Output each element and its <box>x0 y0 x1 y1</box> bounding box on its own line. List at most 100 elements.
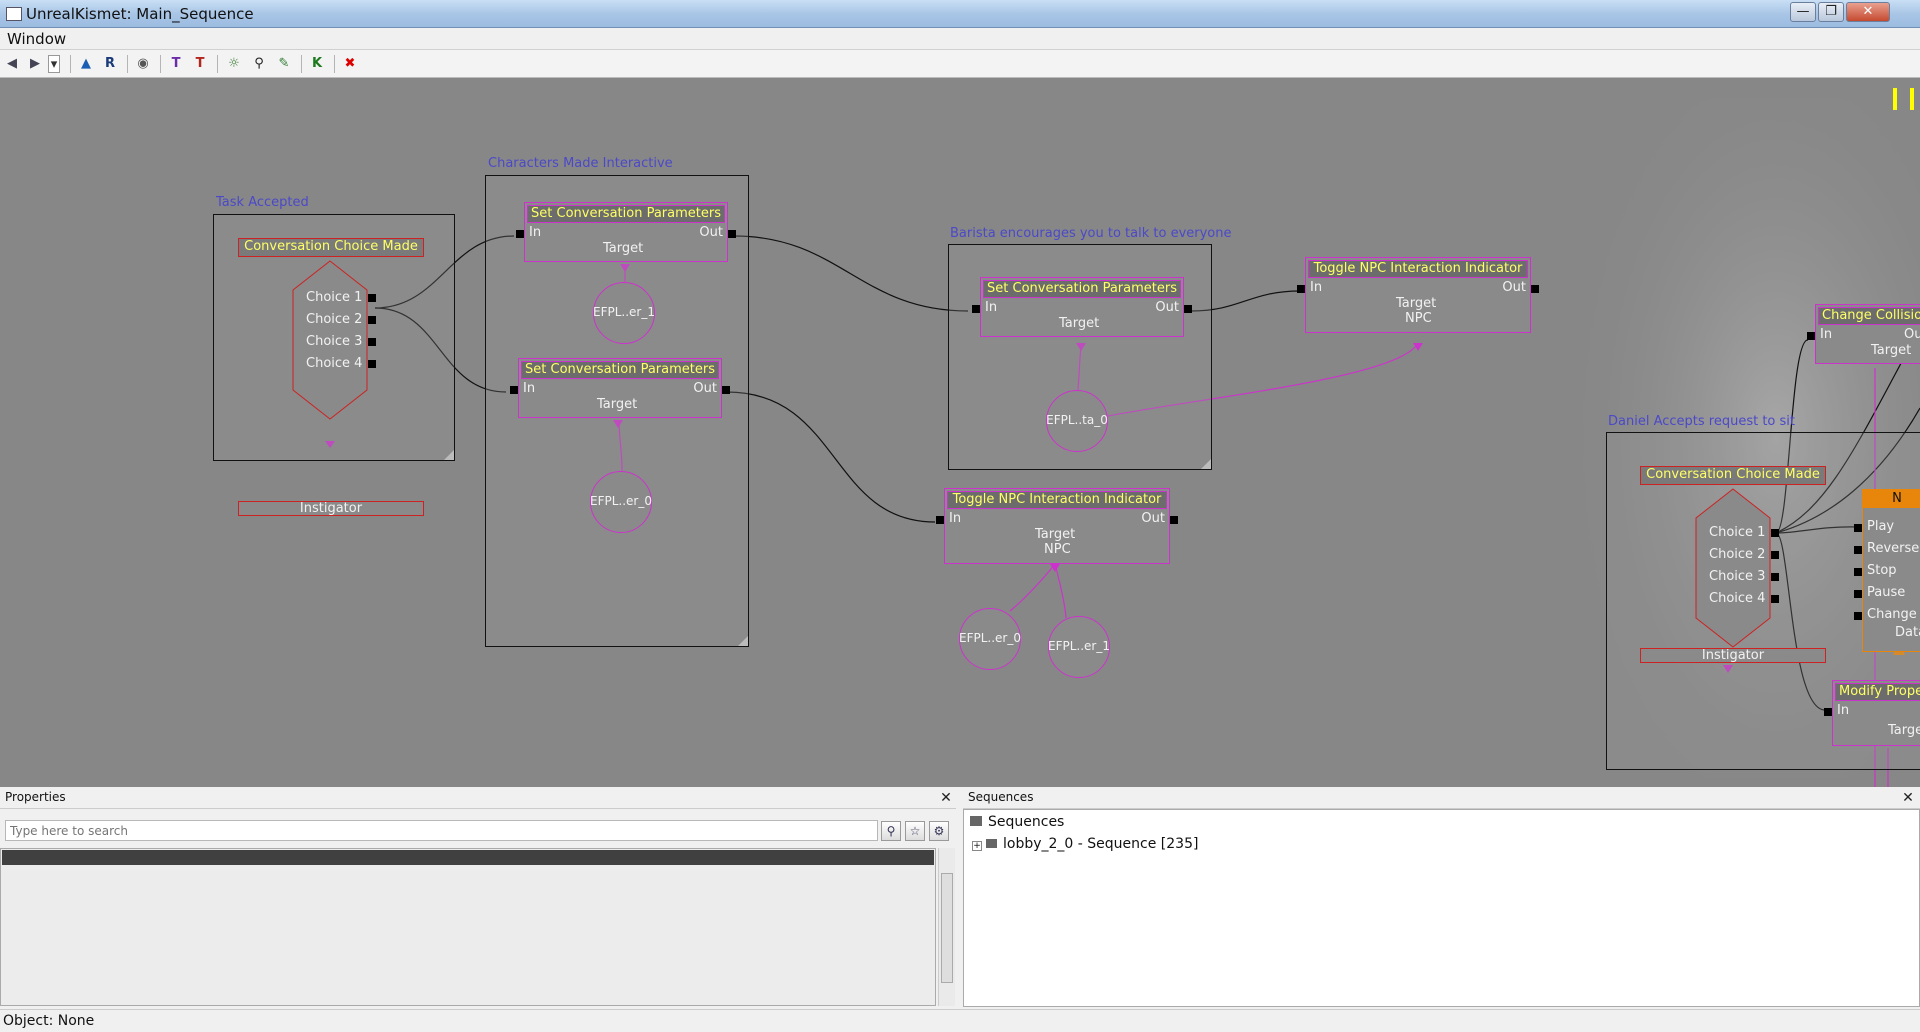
matinee-node[interactable]: N Play Reverse Stop Pause Change Data <box>1854 489 1920 652</box>
stop-pin[interactable] <box>1854 568 1862 576</box>
toggle-npc-interaction-indicator-node[interactable]: Toggle NPC Interaction Indicator In Out … <box>936 488 1178 564</box>
variable-efpl-er-1[interactable]: EFPL..er_1 <box>1048 616 1110 678</box>
choice-3-pin[interactable] <box>368 338 376 346</box>
wire <box>733 235 969 312</box>
resize-grip[interactable] <box>1201 459 1211 469</box>
property-category-bar <box>2 850 934 865</box>
parent-sequence-icon[interactable]: ▲ <box>77 55 95 73</box>
properties-scrollbar[interactable] <box>938 848 955 1006</box>
choice-4-label: Choice 4 <box>306 356 363 371</box>
sequences-header: Sequences <box>963 787 1920 809</box>
eye-icon[interactable]: ◉ <box>134 55 152 73</box>
pause-pin[interactable] <box>1854 590 1862 598</box>
comment-task-accepted: Task Accepted <box>216 195 309 210</box>
node-title: Set Conversation Parameters <box>521 361 719 379</box>
properties-close-button[interactable]: ✕ <box>938 789 954 807</box>
npc-label: NPC <box>1044 542 1071 557</box>
scrollbar-thumb[interactable] <box>941 873 953 983</box>
stop-icon[interactable]: ✖ <box>341 55 359 73</box>
marker-bar <box>1910 88 1914 110</box>
kismet-canvas[interactable]: Task Accepted Conversation Choice Made C… <box>0 78 1920 787</box>
set-conversation-parameters-node[interactable]: Set Conversation Parameters In Out Targe… <box>972 277 1192 337</box>
choice-4-pin[interactable] <box>368 360 376 368</box>
variable-efpl-ta-0[interactable]: EFPL..ta_0 <box>1046 390 1108 452</box>
toolbar-separator <box>160 55 161 73</box>
tree-item-lobby[interactable]: + lobby_2_0 - Sequence [235] <box>972 836 1198 852</box>
wrench-icon[interactable]: ✎ <box>275 55 293 73</box>
back-icon[interactable]: ◀ <box>3 55 21 73</box>
modify-property-node[interactable]: Modify Prope In Target <box>1824 680 1920 746</box>
variable-efpl-er-0[interactable]: EFPL..er_0 <box>590 471 652 533</box>
reverse-label: Reverse <box>1867 541 1920 556</box>
resize-grip[interactable] <box>738 636 748 646</box>
choice-1-label: Choice 1 <box>306 290 363 305</box>
properties-search-input[interactable] <box>5 820 878 841</box>
choice-2-label: Choice 2 <box>306 312 363 327</box>
maximize-button[interactable]: ❐ <box>1818 2 1844 22</box>
pause-label: Pause <box>1867 585 1906 600</box>
set-conversation-parameters-node[interactable]: Set Conversation Parameters In Out Targe… <box>510 358 730 418</box>
search-icon[interactable]: ⚲ <box>881 821 901 841</box>
toolbar-separator <box>127 55 128 73</box>
out-label: Ou <box>1904 327 1920 342</box>
set-conversation-parameters-node[interactable]: Set Conversation Parameters In Out Targe… <box>516 202 736 262</box>
in-pin[interactable] <box>972 305 980 313</box>
toolbar-separator <box>70 55 71 73</box>
target-label: Target <box>1396 296 1437 311</box>
node-title: Set Conversation Parameters <box>983 280 1181 298</box>
change-collision-node[interactable]: Change Collisio In Ou Target <box>1807 304 1920 364</box>
open-new-window-2-icon[interactable]: T <box>191 55 209 73</box>
out-pin[interactable] <box>1531 285 1539 293</box>
change-pin[interactable] <box>1854 612 1862 620</box>
target-label: Target <box>603 241 644 256</box>
target-label: Target <box>1035 527 1076 542</box>
in-pin[interactable] <box>1807 332 1815 340</box>
history-dropdown-icon[interactable]: ▾ <box>48 55 60 73</box>
forward-icon[interactable]: ▶ <box>26 55 44 73</box>
choice-3-pin[interactable] <box>1771 573 1779 581</box>
variable-efpl-er-0[interactable]: EFPL..er_0 <box>959 608 1021 670</box>
search-icon[interactable]: ⚲ <box>250 55 268 73</box>
out-pin[interactable] <box>728 230 736 238</box>
choice-2-pin[interactable] <box>368 316 376 324</box>
lightbulb-icon[interactable]: ☼ <box>225 55 243 73</box>
play-pin[interactable] <box>1854 524 1862 532</box>
sequences-tree[interactable]: Sequences + lobby_2_0 - Sequence [235] <box>963 809 1920 1007</box>
out-pin[interactable] <box>1184 305 1192 313</box>
rename-icon[interactable]: R <box>101 55 119 73</box>
in-pin[interactable] <box>1297 285 1305 293</box>
out-label: Out <box>1502 280 1526 295</box>
toggle-npc-interaction-indicator-node[interactable]: Toggle NPC Interaction Indicator In Out … <box>1297 257 1539 333</box>
search-settings-icon[interactable]: ⚙ <box>929 821 949 841</box>
expand-icon[interactable]: + <box>972 841 982 851</box>
variable-efpl-er-1[interactable]: EFPL..er_1 <box>593 282 655 344</box>
reverse-pin[interactable] <box>1854 546 1862 554</box>
instigator-label[interactable]: Instigator <box>1640 648 1826 663</box>
node-title: Toggle NPC Interaction Indicator <box>1308 260 1528 278</box>
out-pin[interactable] <box>1170 516 1178 524</box>
tree-root[interactable]: Sequences <box>970 814 1064 830</box>
out-pin[interactable] <box>722 386 730 394</box>
sequences-close-button[interactable]: ✕ <box>1900 789 1916 807</box>
instigator-label[interactable]: Instigator <box>238 501 424 516</box>
resize-grip[interactable] <box>444 450 454 460</box>
out-label: Out <box>699 225 723 240</box>
choice-4-pin[interactable] <box>1771 595 1779 603</box>
in-pin[interactable] <box>1824 708 1832 716</box>
variable-label: EFPL..er_1 <box>593 305 655 319</box>
menu-window[interactable]: Window <box>7 30 66 48</box>
in-pin[interactable] <box>510 386 518 394</box>
open-new-window-icon[interactable]: T <box>167 55 185 73</box>
in-pin[interactable] <box>516 230 524 238</box>
close-button[interactable]: ✕ <box>1846 2 1890 22</box>
marker-bar <box>1893 88 1897 110</box>
choice-2-pin[interactable] <box>1771 551 1779 559</box>
properties-list[interactable] <box>0 848 936 1006</box>
kismet-icon[interactable]: K <box>308 55 326 73</box>
choice-1-pin[interactable] <box>368 294 376 302</box>
choice-1-pin[interactable] <box>1771 529 1779 537</box>
in-pin[interactable] <box>936 516 944 524</box>
node-title: N <box>1863 490 1920 508</box>
minimize-button[interactable]: — <box>1790 2 1816 22</box>
favorite-star-icon[interactable]: ☆ <box>905 821 925 841</box>
